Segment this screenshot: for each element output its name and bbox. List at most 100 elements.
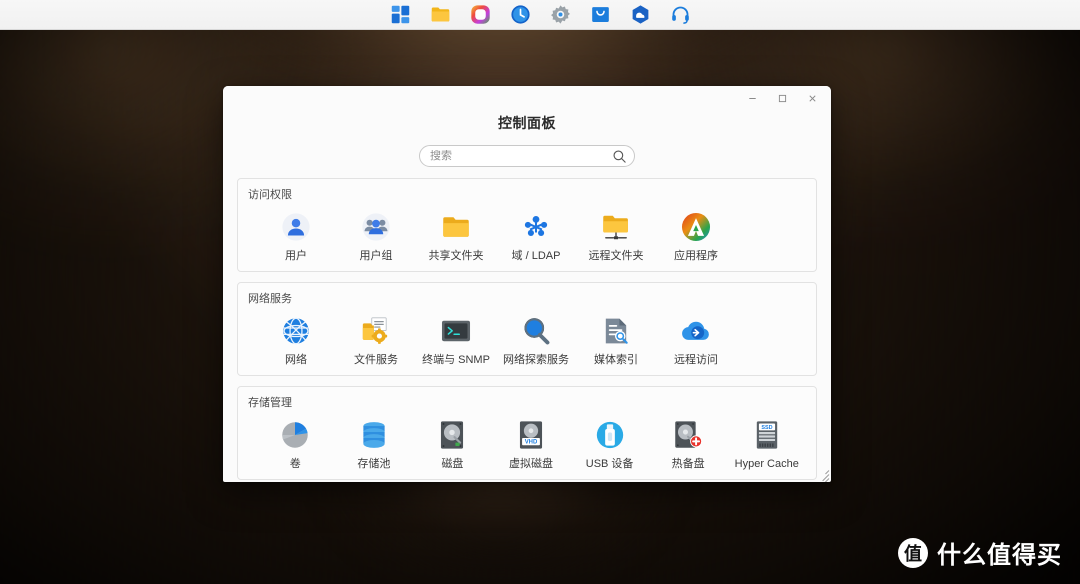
tile-label: 用户 bbox=[285, 250, 307, 262]
taskbar-cloud-sync-button[interactable] bbox=[629, 4, 651, 26]
storage-pool-icon bbox=[355, 416, 393, 454]
tile-applications[interactable]: 应用程序 bbox=[656, 204, 736, 263]
taskbar-photos-button[interactable] bbox=[469, 4, 491, 26]
usb-device-icon bbox=[591, 416, 629, 454]
virtual-disk-icon: VHD bbox=[512, 416, 550, 454]
tile-label: 媒体索引 bbox=[594, 354, 638, 366]
file-service-icon bbox=[357, 312, 395, 350]
tile-domain-ldap[interactable]: 域 / LDAP bbox=[496, 204, 576, 263]
tile-virtual-disk[interactable]: VHD 虚拟磁盘 bbox=[492, 412, 571, 471]
tile-remote-access[interactable]: 远程访问 bbox=[656, 308, 736, 367]
tile-label: 存储池 bbox=[357, 458, 391, 470]
svg-text:SSD: SSD bbox=[761, 425, 772, 431]
watermark-text: 什么值得买 bbox=[937, 541, 1062, 569]
watermark-logo: 值 bbox=[898, 537, 928, 568]
search-box[interactable] bbox=[419, 145, 635, 167]
watermark: 值 什么值得买 bbox=[898, 535, 1062, 570]
window-titlebar[interactable] bbox=[223, 86, 831, 110]
tile-label: 卷 bbox=[289, 458, 301, 470]
section-network-services: 网络服务 网络 文件服务 终端与 SNMP 网络探索服务 媒体索引 远程访问 bbox=[237, 282, 817, 376]
section-storage-management: 存储管理 卷 存储池 磁盘 VHD 虚拟磁盘 USB 设备 热备盘 SSD Hy… bbox=[237, 386, 817, 480]
search-area bbox=[223, 145, 831, 167]
tile-terminal-snmp[interactable]: 终端与 SNMP bbox=[416, 308, 496, 367]
tile-remote-folder[interactable]: 远程文件夹 bbox=[576, 204, 656, 263]
taskbar-clock-button[interactable] bbox=[509, 4, 531, 26]
search-input[interactable] bbox=[420, 150, 634, 162]
section-tiles: 用户 用户组 共享文件夹 域 / LDAP 远程文件夹 应用程序 bbox=[248, 204, 806, 263]
taskbar-file-manager-button[interactable] bbox=[429, 4, 451, 26]
tile-label: 终端与 SNMP bbox=[422, 354, 490, 366]
section-title: 访问权限 bbox=[248, 189, 292, 201]
tile-label: USB 设备 bbox=[585, 458, 634, 470]
tile-network-discovery[interactable]: 网络探索服务 bbox=[496, 308, 576, 367]
tile-label: 用户组 bbox=[359, 250, 393, 262]
minimize-button[interactable] bbox=[737, 87, 767, 109]
settings-gear-icon bbox=[550, 4, 571, 25]
window-resize-grip[interactable] bbox=[815, 466, 830, 482]
taskbar-store-button[interactable] bbox=[589, 4, 611, 26]
media-index-icon bbox=[597, 312, 635, 350]
hot-spare-disk-icon bbox=[669, 416, 707, 454]
ssd-cache-icon: SSD bbox=[748, 416, 786, 454]
tile-file-service[interactable]: 文件服务 bbox=[336, 308, 416, 367]
taskbar-support-button[interactable] bbox=[669, 4, 691, 26]
tile-label: 应用程序 bbox=[674, 250, 718, 262]
network-discovery-icon bbox=[517, 312, 555, 350]
cloud-sync-icon bbox=[630, 4, 651, 25]
tile-storage-pool[interactable]: 存储池 bbox=[335, 412, 414, 471]
network-globe-icon bbox=[277, 312, 315, 350]
tile-usb-device[interactable]: USB 设备 bbox=[570, 412, 649, 471]
svg-text:VHD: VHD bbox=[525, 440, 538, 446]
tile-label: 网络 bbox=[285, 354, 307, 366]
close-button[interactable] bbox=[797, 87, 827, 109]
user-group-icon bbox=[357, 208, 395, 246]
top-taskbar bbox=[0, 0, 1080, 30]
shared-folder-icon bbox=[437, 208, 475, 246]
clock-icon bbox=[510, 4, 531, 25]
taskbar-app-center-button[interactable] bbox=[389, 4, 411, 26]
tile-label: 远程访问 bbox=[674, 354, 718, 366]
tile-label: 虚拟磁盘 bbox=[509, 458, 554, 470]
tile-disk[interactable]: 磁盘 bbox=[413, 412, 492, 471]
store-bag-icon bbox=[590, 4, 611, 25]
tile-shared-folder[interactable]: 共享文件夹 bbox=[416, 204, 496, 263]
section-title: 网络服务 bbox=[248, 293, 292, 305]
section-tiles: 卷 存储池 磁盘 VHD 虚拟磁盘 USB 设备 热备盘 SSD Hyper C… bbox=[248, 412, 806, 471]
tile-hot-spare-disk[interactable]: 热备盘 bbox=[649, 412, 728, 471]
tile-label: 磁盘 bbox=[441, 458, 464, 470]
applications-icon bbox=[677, 208, 715, 246]
tile-label: 文件服务 bbox=[354, 354, 398, 366]
tile-label: 共享文件夹 bbox=[428, 250, 484, 262]
remote-folder-icon bbox=[597, 208, 635, 246]
disk-icon bbox=[433, 416, 471, 454]
control-panel-window: 控制面板 访问权限 bbox=[223, 86, 831, 482]
remote-access-icon bbox=[677, 312, 715, 350]
tile-label: 热备盘 bbox=[671, 458, 705, 470]
tile-label: Hyper Cache bbox=[734, 458, 799, 470]
section-title: 存储管理 bbox=[248, 397, 292, 409]
photos-icon bbox=[470, 4, 491, 25]
file-manager-icon bbox=[430, 4, 451, 25]
tile-label: 远程文件夹 bbox=[588, 250, 644, 262]
section-tiles: 网络 文件服务 终端与 SNMP 网络探索服务 媒体索引 远程访问 bbox=[248, 308, 806, 367]
volume-pie-icon bbox=[276, 416, 314, 454]
tile-users[interactable]: 用户 bbox=[256, 204, 336, 263]
tile-hyper-cache[interactable]: SSD Hyper Cache bbox=[727, 412, 806, 471]
page-title: 控制面板 bbox=[498, 115, 556, 131]
settings-sections: 访问权限 用户 用户组 共享文件夹 域 / LDAP 远程文件夹 应用程序 网络… bbox=[237, 178, 817, 480]
app-center-icon bbox=[390, 4, 411, 25]
taskbar-settings-button[interactable] bbox=[549, 4, 571, 26]
tile-label: 网络探索服务 bbox=[503, 354, 569, 366]
tile-media-index[interactable]: 媒体索引 bbox=[576, 308, 656, 367]
search-icon[interactable] bbox=[612, 149, 627, 164]
section-access-permissions: 访问权限 用户 用户组 共享文件夹 域 / LDAP 远程文件夹 应用程序 bbox=[237, 178, 817, 272]
domain-ldap-icon bbox=[517, 208, 555, 246]
tile-user-groups[interactable]: 用户组 bbox=[336, 204, 416, 263]
maximize-button[interactable] bbox=[767, 87, 797, 109]
support-headset-icon bbox=[670, 4, 691, 25]
terminal-snmp-icon bbox=[437, 312, 475, 350]
tile-network[interactable]: 网络 bbox=[256, 308, 336, 367]
user-icon bbox=[277, 208, 315, 246]
tile-volume[interactable]: 卷 bbox=[256, 412, 335, 471]
tile-label: 域 / LDAP bbox=[511, 250, 561, 262]
